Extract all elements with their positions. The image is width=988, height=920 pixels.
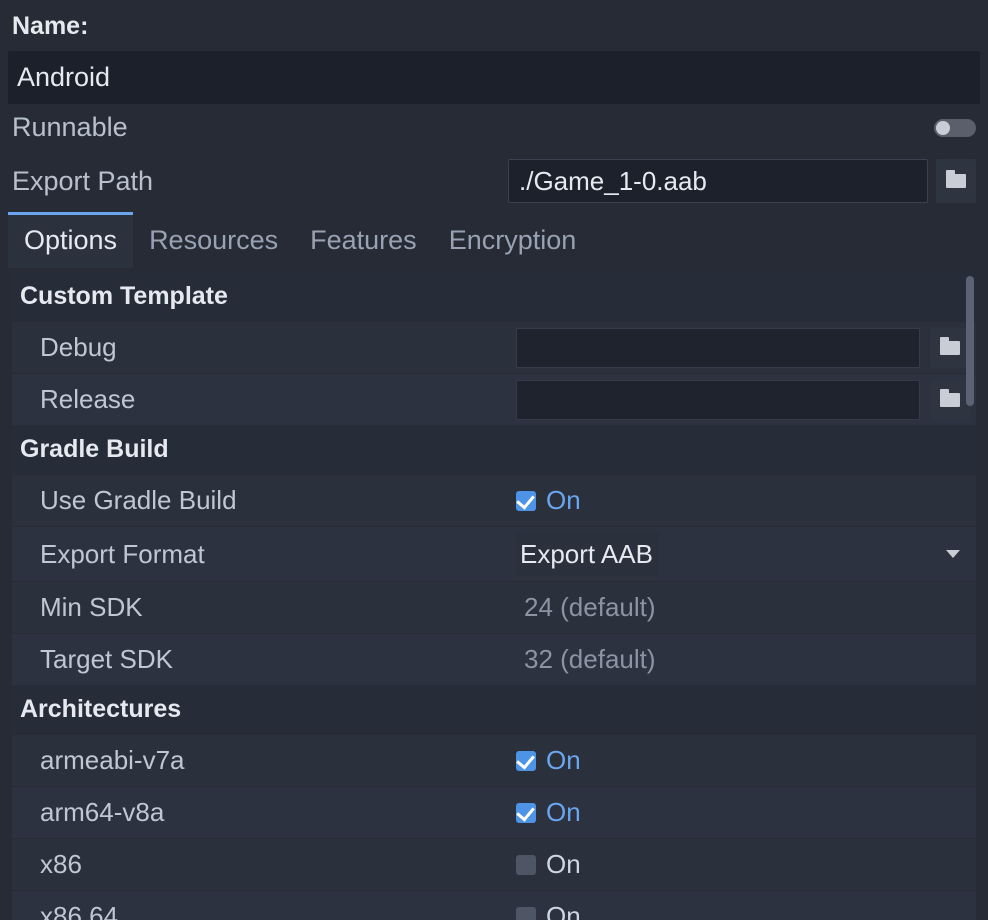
arch-x86-64-label: x86 64 <box>12 891 510 920</box>
folder-icon <box>940 341 960 355</box>
export-path-label: Export Path <box>12 166 500 197</box>
tab-encryption[interactable]: Encryption <box>433 215 593 268</box>
custom-template-release-label: Release <box>12 374 510 425</box>
arch-armeabi-v7a-status: On <box>546 745 581 776</box>
arch-x86-64-checkbox[interactable] <box>516 907 536 920</box>
target-sdk-input[interactable] <box>516 640 970 680</box>
target-sdk-label: Target SDK <box>12 634 510 685</box>
tab-options[interactable]: Options <box>8 212 133 268</box>
arch-x86-checkbox[interactable] <box>516 855 536 875</box>
min-sdk-label: Min SDK <box>12 582 510 633</box>
tab-resources[interactable]: Resources <box>133 215 294 268</box>
section-gradle-build: Gradle Build <box>12 425 976 474</box>
arch-arm64-v8a-checkbox[interactable] <box>516 803 536 823</box>
custom-template-debug-input[interactable] <box>516 328 920 368</box>
folder-icon <box>940 393 960 407</box>
min-sdk-input[interactable] <box>516 588 970 628</box>
scrollbar-track[interactable] <box>962 272 976 920</box>
arch-x86-status: On <box>546 849 581 880</box>
folder-icon <box>946 174 966 188</box>
arch-arm64-v8a-status: On <box>546 797 581 828</box>
tab-bar: Options Resources Features Encryption <box>8 215 980 268</box>
scrollbar-thumb[interactable] <box>966 276 974 406</box>
use-gradle-build-checkbox[interactable] <box>516 491 536 511</box>
preset-name-input[interactable] <box>8 51 980 104</box>
use-gradle-build-status: On <box>546 485 581 516</box>
export-format-select[interactable]: Export AAB <box>516 531 659 577</box>
section-architectures: Architectures <box>12 685 976 734</box>
arch-x86-64-status: On <box>546 901 581 920</box>
use-gradle-build-label: Use Gradle Build <box>12 475 510 526</box>
options-panel: Custom Template Debug Release Gradle Bui… <box>12 272 976 920</box>
arch-arm64-v8a-label: arm64-v8a <box>12 787 510 838</box>
export-format-label: Export Format <box>12 529 510 580</box>
runnable-label: Runnable <box>12 112 926 143</box>
export-path-input[interactable] <box>508 159 928 203</box>
tab-features[interactable]: Features <box>294 215 433 268</box>
custom-template-release-input[interactable] <box>516 380 920 420</box>
arch-armeabi-v7a-label: armeabi-v7a <box>12 735 510 786</box>
chevron-down-icon <box>946 550 960 558</box>
runnable-toggle[interactable] <box>934 119 976 137</box>
arch-x86-label: x86 <box>12 839 510 890</box>
export-path-browse-button[interactable] <box>936 159 976 203</box>
name-label: Name: <box>8 6 980 51</box>
custom-template-debug-label: Debug <box>12 322 510 373</box>
section-custom-template: Custom Template <box>12 272 976 321</box>
arch-armeabi-v7a-checkbox[interactable] <box>516 751 536 771</box>
